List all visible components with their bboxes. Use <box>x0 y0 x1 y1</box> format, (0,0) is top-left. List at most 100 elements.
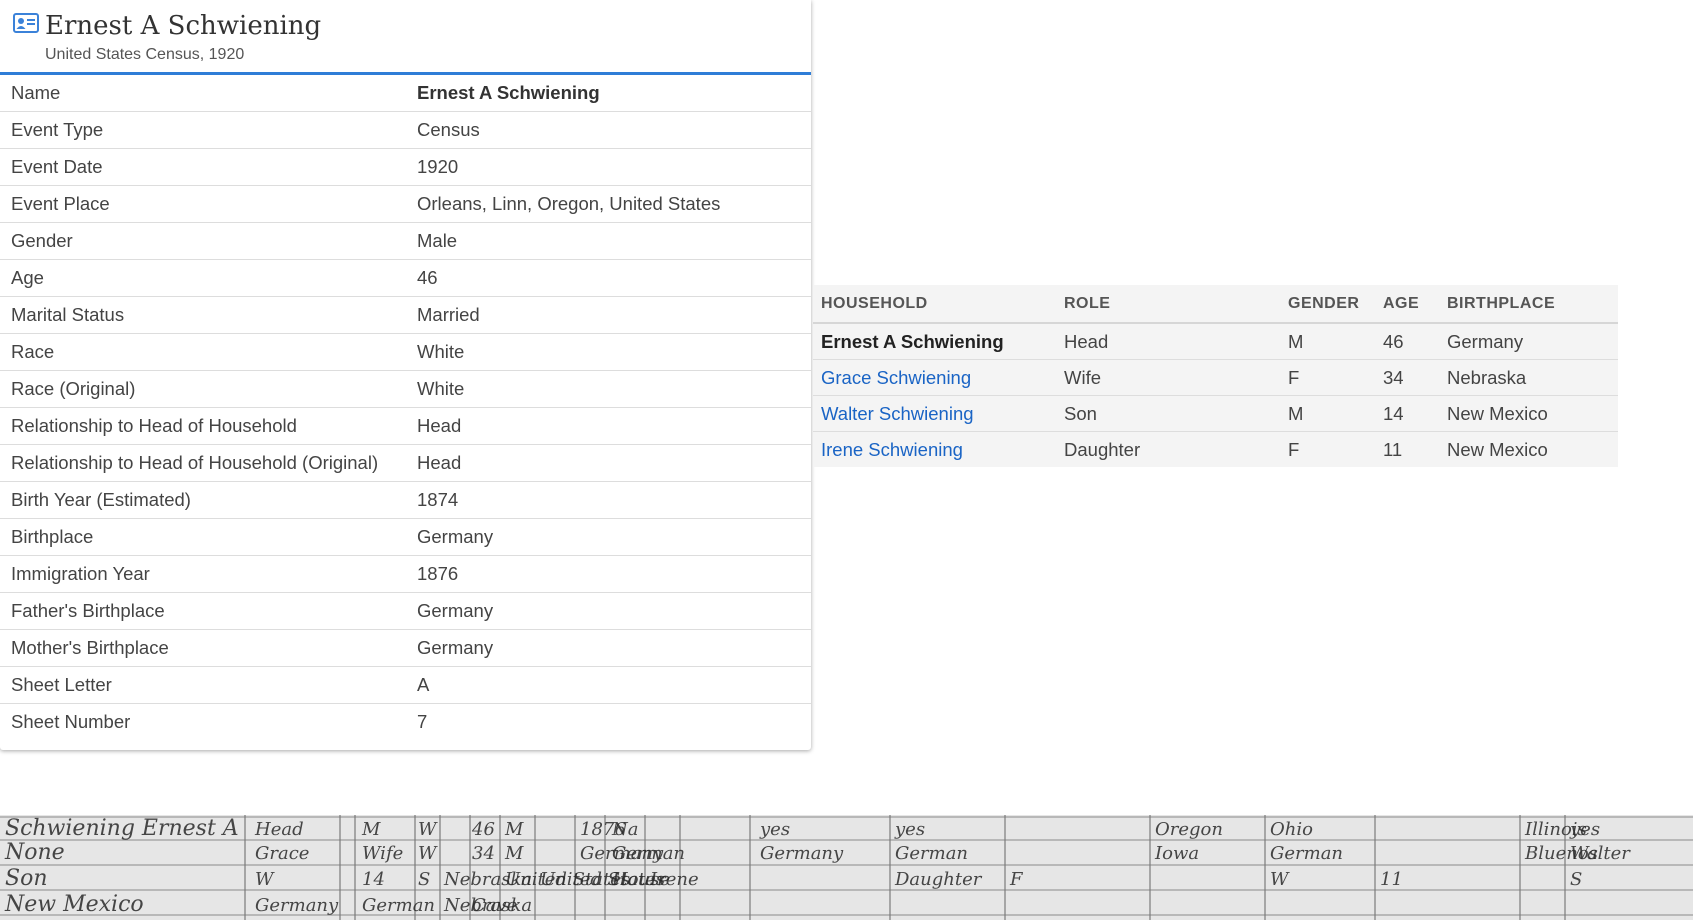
fact-row: Gender Male <box>0 222 811 260</box>
fact-value: White <box>406 370 811 408</box>
census-handwriting-word: German <box>612 843 685 864</box>
household-member-link[interactable]: Grace Schwiening <box>821 367 971 388</box>
household-gender-cell: F <box>1280 431 1375 467</box>
household-birthplace-cell: New Mexico <box>1439 395 1618 432</box>
census-handwriting-word: Grace <box>255 843 309 864</box>
record-header: Ernest A Schwiening United States Census… <box>0 0 811 75</box>
census-handwriting-word: M <box>361 819 381 840</box>
fact-label: Father's Birthplace <box>0 592 406 630</box>
census-handwriting-word: S <box>1570 869 1582 890</box>
census-handwriting-word: Walter <box>1570 843 1631 864</box>
column-header-age: AGE <box>1375 285 1439 324</box>
census-handwriting-word: W <box>1270 869 1290 890</box>
household-row: Ernest A Schwiening Head M 46 Germany <box>813 323 1618 360</box>
column-header-role: ROLE <box>1056 285 1280 324</box>
fact-label: Event Date <box>0 148 406 186</box>
household-role-cell: Wife <box>1056 359 1280 396</box>
fact-label: Sheet Letter <box>0 666 406 704</box>
census-image[interactable]: Schwiening Ernest A Head M W 46 M 1876 Na yes yes… <box>0 815 1693 920</box>
fact-label: Birthplace <box>0 518 406 556</box>
census-handwriting-word: Iowa <box>1154 843 1199 864</box>
fact-label: Relationship to Head of Household (Origi… <box>0 444 406 482</box>
column-header-gender: GENDER <box>1280 285 1375 324</box>
fact-value: A <box>406 666 811 704</box>
census-handwriting-word: Wife <box>362 843 403 864</box>
fact-value: Germany <box>406 518 811 556</box>
fact-label: Immigration Year <box>0 555 406 593</box>
household-member-link[interactable]: Walter Schwiening <box>821 403 974 424</box>
fact-label: Mother's Birthplace <box>0 629 406 667</box>
census-handwriting-word: yes <box>894 819 925 840</box>
census-handwriting-word: yes <box>1569 819 1600 840</box>
census-handwriting-word: 46 <box>471 819 495 840</box>
person-card-icon <box>13 13 39 33</box>
census-handwriting: Schwiening Ernest A Head M W 46 M 1876Na yes yes… <box>0 815 1693 920</box>
fact-row: Event Date 1920 <box>0 148 811 186</box>
fact-row: Age 46 <box>0 259 811 297</box>
census-handwriting-word: German <box>895 843 968 864</box>
census-handwriting-word: Oregon <box>1155 819 1223 840</box>
household-gender-cell: M <box>1280 395 1375 432</box>
census-handwriting-word: German <box>362 895 435 916</box>
census-handwriting-word: S <box>418 869 430 890</box>
fact-value: 46 <box>406 259 811 297</box>
census-handwriting-word: New Mexico <box>4 892 144 917</box>
fact-value: 1874 <box>406 481 811 519</box>
fact-value: Germany <box>406 592 811 630</box>
household-name-cell: Grace Schwiening <box>813 359 1056 396</box>
census-handwriting-word: F <box>1009 869 1024 890</box>
fact-value: 1920 <box>406 148 811 186</box>
fact-row: Mother's Birthplace Germany <box>0 629 811 667</box>
household-age-cell: 46 <box>1375 323 1439 360</box>
census-handwriting-word: German <box>1270 843 1343 864</box>
fact-row: Event Place Orleans, Linn, Oregon, United… <box>0 185 811 223</box>
census-handwriting-word: yes <box>759 819 790 840</box>
record-collection: United States Census, 1920 <box>45 46 245 63</box>
fact-label: Race <box>0 333 406 371</box>
fact-value: Census <box>406 111 811 149</box>
fact-value: Germany <box>406 629 811 667</box>
fact-value: Head <box>406 407 811 445</box>
household-member-link[interactable]: Irene Schwiening <box>821 439 963 460</box>
census-handwriting-word: Ohio <box>1270 819 1313 840</box>
census-handwriting-word: Germany <box>760 843 844 864</box>
fact-label: Name <box>0 75 406 112</box>
census-paper <box>0 815 1693 920</box>
household-name-cell: Irene Schwiening <box>813 431 1056 467</box>
column-header-birthplace: BIRTHPLACE <box>1439 285 1618 324</box>
census-handwriting-word: 14 <box>362 869 385 890</box>
fact-row: Name Ernest A Schwiening <box>0 75 811 112</box>
fact-row: Relationship to Head of Household Head <box>0 407 811 445</box>
household-header-row: HOUSEHOLD ROLE GENDER AGE BIRTHPLACE <box>813 285 1618 324</box>
household-birthplace-cell: Germany <box>1439 323 1618 360</box>
fact-value: Ernest A Schwiening <box>406 75 811 112</box>
household-role-cell: Daughter <box>1056 431 1280 467</box>
census-handwriting-word: Na <box>611 819 638 840</box>
household-birthplace-cell: New Mexico <box>1439 431 1618 467</box>
census-handwriting-word: Daughter <box>894 869 983 890</box>
census-handwriting-word: M <box>504 843 524 864</box>
fact-value: 7 <box>417 711 428 732</box>
fact-label: Age <box>0 259 406 297</box>
fact-row: Race (Original) White <box>0 370 811 408</box>
fact-row: Sheet Number 7 <box>0 704 811 741</box>
facts-table: Name Ernest A Schwiening Event Type Census E… <box>0 75 811 740</box>
fact-value: Orleans, Linn, Oregon, United States <box>406 185 811 223</box>
census-handwriting-word: W <box>418 843 438 864</box>
census-handwriting-word: W <box>255 869 275 890</box>
fact-label: Sheet Number <box>11 711 131 732</box>
fact-row: Race White <box>0 333 811 371</box>
fact-label: Relationship to Head of Household <box>0 407 406 445</box>
fact-row: Birthplace Germany <box>0 518 811 556</box>
census-handwriting-word: 11 <box>1380 869 1403 890</box>
fact-label: Birth Year (Estimated) <box>0 481 406 519</box>
household-name-cell: Ernest A Schwiening <box>813 323 1056 360</box>
fact-label: Marital Status <box>0 296 406 334</box>
household-gender-cell: F <box>1280 359 1375 396</box>
record-title: Ernest A Schwiening <box>45 11 322 41</box>
census-handwriting-word: W <box>418 819 438 840</box>
fact-row: Event Type Census <box>0 111 811 149</box>
census-handwriting-word: M <box>504 819 524 840</box>
fact-label: Event Place <box>0 185 406 223</box>
fact-row: Marital Status Married <box>0 296 811 334</box>
